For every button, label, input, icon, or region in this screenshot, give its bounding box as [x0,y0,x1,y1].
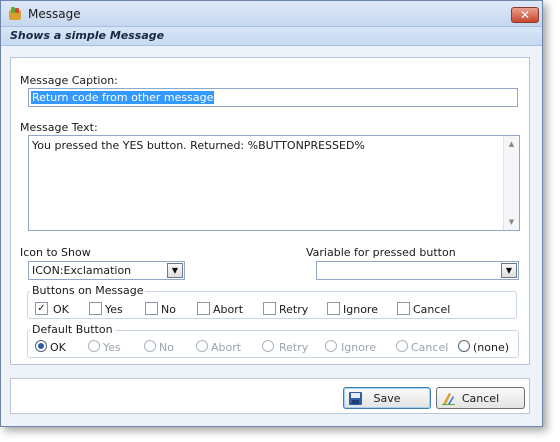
radio-default-retry-label: Retry [279,341,309,354]
radio-default-retry[interactable] [262,340,274,352]
chevron-down-icon[interactable]: ▼ [501,263,517,278]
dialog-subtitle: Shows a simple Message [1,27,542,46]
radio-default-ok-label[interactable]: OK [50,341,66,354]
radio-default-cancel-label: Cancel [411,341,449,354]
radio-default-ignore-label: Ignore [341,341,376,354]
checkbox-ok-label[interactable]: OK [53,303,69,316]
variable-select-label: Variable for pressed button [306,246,456,259]
text-scrollbar[interactable]: ▲ ▼ [503,136,519,230]
radio-default-abort[interactable] [196,340,208,352]
checkbox-ignore[interactable] [327,302,340,315]
radio-default-none[interactable] [458,340,470,352]
radio-default-abort-label: Abort [211,341,242,354]
checkbox-abort[interactable] [197,302,210,315]
message-text-area[interactable]: You pressed the YES button. Returned: %B… [28,135,520,231]
radio-default-ok[interactable] [35,340,47,352]
radio-default-no-label: No [159,341,174,354]
checkbox-retry[interactable] [263,302,276,315]
save-button[interactable]: Save [343,387,431,409]
checkbox-retry-label[interactable]: Retry [279,303,308,316]
checkbox-ignore-label[interactable]: Ignore [343,303,378,316]
save-button-label: Save [373,392,401,405]
icon-select[interactable]: ICON:Exclamation ▼ [28,261,185,280]
scroll-up-icon[interactable]: ▲ [504,137,519,151]
cancel-button[interactable]: Cancel [436,387,525,409]
close-button[interactable]: ✕ [511,7,539,23]
caption-label: Message Caption: [20,74,118,87]
title-bar[interactable]: Message ✕ [1,1,542,27]
radio-default-yes-label: Yes [103,341,121,354]
radio-default-ignore[interactable] [325,340,337,352]
radio-default-cancel[interactable] [396,340,408,352]
radio-default-no[interactable] [144,340,156,352]
checkbox-abort-label[interactable]: Abort [213,303,243,316]
checkbox-cancel[interactable] [397,302,410,315]
default-group-title: Default Button [30,323,115,336]
checkbox-cancel-label[interactable]: Cancel [413,303,450,316]
default-button-group: Default Button OK Yes No Abort Retry Ign… [27,323,519,358]
icon-select-label: Icon to Show [20,246,91,259]
caption-value: Return code from other message [31,91,215,104]
caption-input[interactable]: Return code from other message [28,88,518,107]
message-text-value: You pressed the YES button. Returned: %B… [32,139,365,152]
checkbox-no[interactable] [145,302,158,315]
variable-select[interactable]: ▼ [316,261,519,280]
close-icon: ✕ [519,8,531,22]
scroll-down-icon[interactable]: ▼ [504,215,519,229]
checkmark-icon: ✓ [37,303,46,314]
radio-default-yes[interactable] [88,340,100,352]
icon-select-value: ICON:Exclamation [32,264,132,277]
radio-default-none-label[interactable]: (none) [473,341,509,354]
checkbox-ok[interactable]: ✓ [35,302,48,315]
cancel-button-label: Cancel [461,392,500,405]
text-label: Message Text: [20,121,98,134]
buttons-group-title: Buttons on Message [30,284,146,297]
chevron-down-icon[interactable]: ▼ [167,263,183,278]
window-title: Message [28,7,81,21]
checkbox-no-label[interactable]: No [161,303,176,316]
checkbox-yes-label[interactable]: Yes [105,303,123,316]
checkbox-yes[interactable] [89,302,102,315]
app-icon [9,7,21,20]
buttons-on-message-group: Buttons on Message ✓ OK Yes No Abort Ret… [27,284,517,319]
